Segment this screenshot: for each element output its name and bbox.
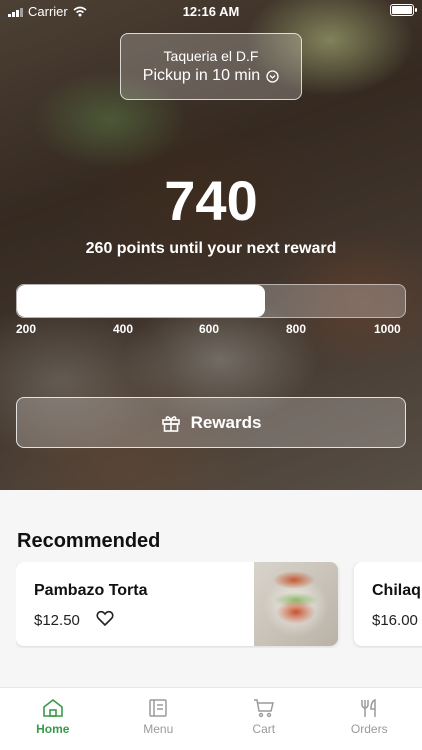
tab-label: Cart	[252, 722, 276, 736]
pickup-time: Pickup in 10 min	[142, 67, 261, 84]
recommended-item[interactable]: Chilaq $16.00	[354, 562, 422, 646]
heart-icon[interactable]	[96, 610, 114, 626]
store-name: Taqueria el D.F	[163, 48, 259, 64]
points-subtitle: 260 points until your next reward	[85, 240, 337, 257]
tick-label: 800	[286, 322, 307, 336]
rewards-label: Rewards	[190, 412, 262, 432]
item-price: $12.50	[34, 612, 80, 629]
home-icon	[42, 698, 63, 717]
status-time: 12:16 AM	[182, 4, 240, 19]
status-bar: Carrier 12:16 AM	[0, 0, 422, 22]
store-selector[interactable]: Taqueria el D.F Pickup in 10 min	[120, 33, 302, 100]
tick-label: 200	[16, 322, 37, 336]
recommended-list[interactable]: Pambazo Torta $12.50 Chilaq $16.00	[16, 562, 422, 648]
tab-label: Menu	[143, 722, 174, 736]
tick-label: 400	[113, 322, 134, 336]
recommended-title: Recommended	[17, 530, 161, 552]
tab-cart[interactable]: Cart	[211, 688, 317, 750]
tab-menu[interactable]: Menu	[106, 688, 212, 750]
battery-icon	[390, 4, 417, 16]
item-price: $16.00	[372, 612, 418, 629]
hero-header: Carrier 12:16 AM Taqueria el D.F Pickup …	[0, 0, 422, 490]
item-name: Chilaq	[372, 582, 421, 599]
progress-ticks: 200 400 600 800 1000	[16, 322, 406, 338]
points-value: 740	[164, 169, 258, 232]
menu-icon	[149, 699, 167, 717]
gift-icon	[161, 415, 180, 432]
tab-home[interactable]: Home	[0, 688, 106, 750]
tab-label: Orders	[350, 722, 388, 736]
chevron-down-circle-icon	[266, 69, 279, 83]
recommended-item[interactable]: Pambazo Torta $12.50	[16, 562, 338, 646]
item-image	[254, 562, 338, 646]
points-progress-bar	[16, 284, 406, 318]
cart-icon	[253, 699, 274, 718]
tab-bar: Home Menu Cart Orders	[0, 687, 422, 750]
tick-label: 600	[199, 322, 220, 336]
tick-label: 1000	[374, 322, 401, 336]
rewards-button[interactable]: Rewards	[16, 397, 406, 448]
item-name: Pambazo Torta	[34, 582, 148, 599]
tab-label: Home	[36, 722, 70, 736]
points-progress-fill	[17, 285, 266, 317]
utensils-icon	[361, 698, 376, 717]
tab-orders[interactable]: Orders	[317, 688, 422, 750]
